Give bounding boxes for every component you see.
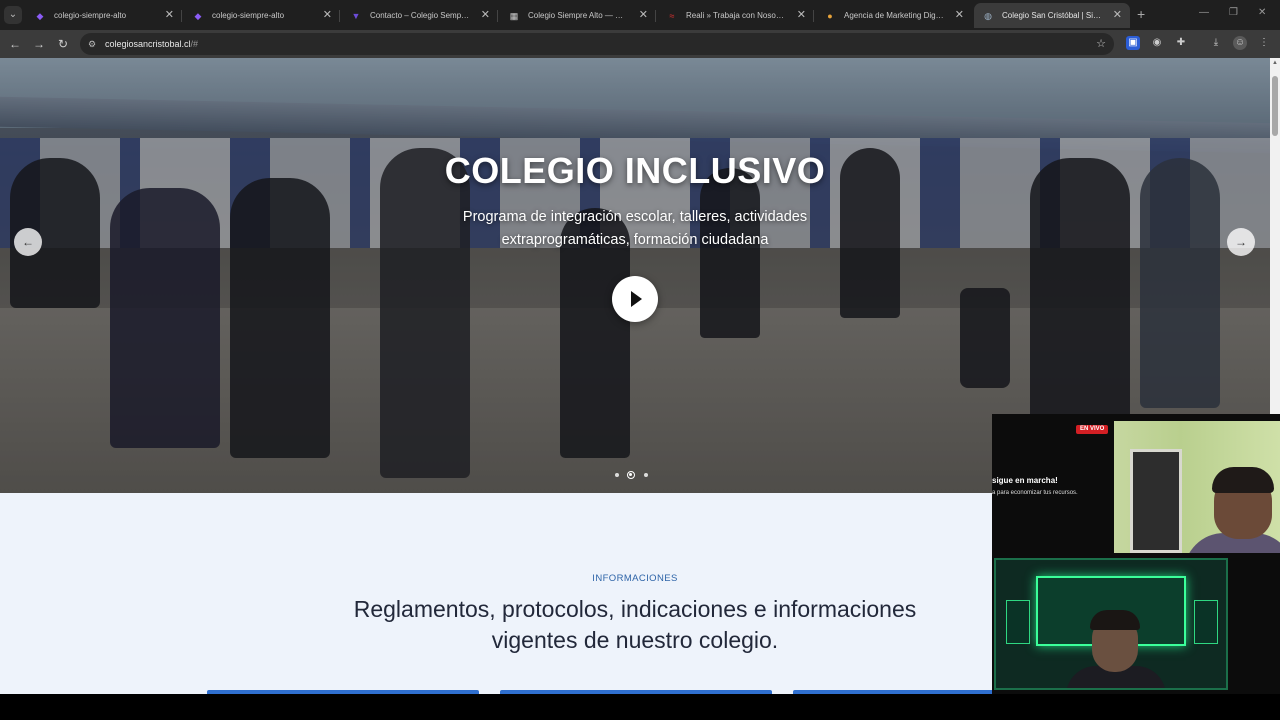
close-tab-icon[interactable]: ✕ (797, 3, 806, 28)
slider-dot-2-active[interactable] (627, 471, 635, 479)
slider-dot-1[interactable] (615, 473, 619, 477)
bookmark-star-icon[interactable]: ☆ (1096, 33, 1106, 55)
hero-subtitle: Programa de integración escolar, tallere… (462, 209, 808, 248)
tab-title: Contacto – Colegio Semper Alto (370, 11, 470, 20)
scroll-up-icon[interactable]: ▲ (1272, 60, 1278, 66)
address-bar[interactable]: ⚙ colegiosancristobal.cl/# ☆ (80, 33, 1114, 55)
tab-title: Reali » Trabaja con Nosotros (686, 11, 786, 20)
live-badge: EN VIVO (1076, 425, 1109, 434)
minimize-icon[interactable]: — (1199, 7, 1209, 18)
purple-bolt-icon: ◆ (194, 10, 202, 21)
play-video-button[interactable] (612, 276, 658, 322)
back-icon[interactable]: ← (6, 35, 24, 53)
close-tab-icon[interactable]: ✕ (481, 3, 490, 28)
webcam-person-hair (1090, 610, 1140, 630)
purple-bolt-icon: ◆ (36, 10, 44, 21)
scrollbar-thumb[interactable] (1272, 76, 1278, 136)
extensions-puzzle-icon[interactable]: ✚ (1174, 36, 1188, 50)
bottom-black-bar (0, 694, 1280, 720)
extension-blue-icon[interactable]: ▣ (1126, 36, 1140, 50)
reload-icon[interactable]: ↻ (54, 35, 72, 53)
close-tab-icon[interactable]: ✕ (955, 3, 964, 28)
webcam-neon-panel (1194, 600, 1218, 644)
tab-title: Agencia de Marketing Digital - (844, 11, 944, 20)
webcam-person-hair (1212, 467, 1274, 493)
menu-kebab-icon[interactable]: ⋮ (1257, 36, 1271, 50)
tab-6[interactable]: ● Agencia de Marketing Digital - ✕ (816, 3, 972, 28)
hero-title: COLEGIO INCLUSIVO (444, 150, 826, 191)
site-info-icon[interactable]: ⚙ (88, 38, 100, 50)
tab-2[interactable]: ◆ colegio-siempre-alto ✕ (184, 3, 340, 28)
close-window-icon[interactable]: ✕ (1258, 7, 1266, 18)
section-heading: Reglamentos, protocolos, indicaciones e … (353, 596, 917, 653)
tab-1[interactable]: ◆ colegio-siempre-alto ✕ (26, 3, 182, 28)
globe-icon: ◍ (984, 10, 992, 21)
slider-next-button[interactable]: → (1227, 228, 1255, 256)
tab-title: colegio-siempre-alto (54, 11, 127, 20)
extension-circle-icon[interactable]: ◉ (1150, 36, 1164, 50)
slider-dot-3[interactable] (644, 473, 648, 477)
restore-icon[interactable]: ❐ (1229, 7, 1238, 18)
tab-title: Colegio San Cristóbal | Sitio Oficial (1002, 11, 1102, 20)
tab-4[interactable]: ▦ Colegio Siempre Alto — Especialistas ✕ (500, 3, 656, 28)
webcam-background-door (1130, 449, 1182, 553)
url-text: colegiosancristobal.cl/# (105, 39, 199, 49)
wp-blue-icon: ▼ (351, 10, 361, 21)
tab-title: colegio-siempre-alto (212, 11, 285, 20)
stream-overlay: EN VIVO sigue en marcha! a para economiz… (992, 414, 1280, 695)
tab-strip: ⌄ ◆ colegio-siempre-alto ✕ ◆ colegio-sie… (0, 0, 1280, 30)
profile-avatar-icon[interactable]: ☺ (1233, 36, 1247, 50)
close-tab-icon[interactable]: ✕ (165, 3, 174, 28)
new-tab-icon[interactable]: + (1137, 6, 1145, 22)
webcam-feed-2 (994, 558, 1228, 690)
close-tab-icon[interactable]: ✕ (323, 3, 332, 28)
tab-title: Colegio Siempre Alto — Especialistas (528, 11, 628, 20)
webcam-feed-1 (1114, 421, 1280, 553)
shield-icon: ● (827, 10, 833, 21)
close-tab-icon[interactable]: ✕ (639, 3, 648, 28)
webcam-neon-panel (1006, 600, 1030, 644)
tab-5[interactable]: ≈ Reali » Trabaja con Nosotros ✕ (658, 3, 814, 28)
download-icon[interactable]: ⤓ (1209, 36, 1223, 50)
browser-toolbar: ← → ↻ ⚙ colegiosancristobal.cl/# ☆ ▣ ◉ ✚… (0, 30, 1280, 58)
tab-7-active[interactable]: ◍ Colegio San Cristóbal | Sitio Oficial … (974, 3, 1130, 28)
building-icon: ▦ (509, 10, 519, 21)
close-tab-icon[interactable]: ✕ (1113, 3, 1122, 28)
tab-search-button[interactable]: ⌄ (4, 6, 22, 24)
overlay-text-line2: a para economizar tus recursos. (992, 490, 1078, 496)
tab-3[interactable]: ▼ Contacto – Colegio Semper Alto ✕ (342, 3, 498, 28)
overlay-text-line1: sigue en marcha! (992, 476, 1058, 485)
slider-prev-button[interactable]: ← (14, 228, 42, 256)
forward-icon[interactable]: → (30, 35, 48, 53)
reali-icon: ≈ (669, 10, 675, 21)
